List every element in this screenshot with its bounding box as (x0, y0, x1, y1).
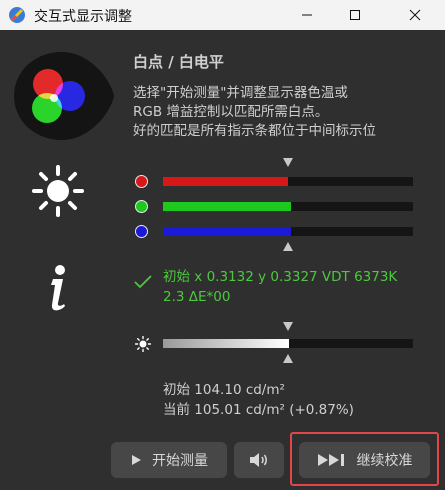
blue-channel-dot (135, 225, 148, 238)
play-icon (132, 455, 141, 465)
green-channel-fill (163, 202, 291, 211)
start-measurement-button[interactable]: 开始测量 (111, 442, 227, 478)
red-channel-dot (135, 175, 148, 188)
minimize-icon (302, 14, 312, 16)
rgb-target-marker-bottom (283, 242, 293, 251)
window-title: 交互式显示调整 (34, 9, 132, 25)
brightness-icon (32, 165, 84, 217)
section-heading: 白点 / 白电平 (133, 53, 224, 71)
instruction-line: 好的匹配是所有指示条都位于中间标示位 (133, 123, 376, 139)
luminance-initial: 初始 104.10 cd/m² (163, 382, 285, 398)
result-line-1: 初始 x 0.3132 y 0.3327 VDT 6373K (163, 269, 398, 285)
luminance-target-marker-top (283, 322, 293, 331)
red-channel-fill (163, 177, 288, 186)
highlight-box (290, 432, 439, 486)
measurement-result: 初始 x 0.3132 y 0.3327 VDT 6373K 2.3 ΔE*00 (163, 267, 397, 307)
green-channel-dot (135, 200, 148, 213)
green-channel-bar (163, 202, 413, 211)
small-brightness-icon (135, 336, 151, 352)
check-icon (134, 275, 152, 289)
blue-channel-fill (163, 227, 291, 236)
close-button[interactable] (392, 0, 438, 30)
red-channel-bar (163, 177, 413, 186)
luminance-fill (163, 339, 289, 348)
rgb-color-blob-icon (14, 52, 114, 140)
instruction-line: RGB 增益控制以匹配所需白点。 (133, 104, 329, 120)
luminance-target-marker-bottom (283, 354, 293, 363)
luminance-readout: 初始 104.10 cd/m² 当前 105.01 cd/m² (+0.87%) (163, 380, 354, 420)
minimize-button[interactable] (284, 0, 330, 30)
rgb-target-marker-top (283, 158, 293, 167)
info-icon (51, 265, 65, 311)
luminance-current: 当前 105.01 cd/m² (+0.87%) (163, 402, 354, 418)
result-line-2: 2.3 ΔE*00 (163, 289, 231, 305)
close-icon (409, 9, 421, 21)
instruction-line: 选择"开始测量"并调整显示器色温或 (133, 85, 348, 101)
app-icon (9, 7, 25, 23)
maximize-icon (350, 10, 360, 20)
speaker-icon (250, 453, 267, 467)
sound-toggle-button[interactable] (234, 442, 284, 478)
luminance-bar (163, 339, 413, 348)
instructions: 选择"开始测量"并调整显示器色温或 RGB 增益控制以匹配所需白点。 好的匹配是… (133, 84, 376, 141)
start-measurement-label: 开始测量 (152, 453, 208, 469)
maximize-button[interactable] (332, 0, 378, 30)
blue-channel-bar (163, 227, 413, 236)
title-bar: 交互式显示调整 (0, 0, 445, 30)
